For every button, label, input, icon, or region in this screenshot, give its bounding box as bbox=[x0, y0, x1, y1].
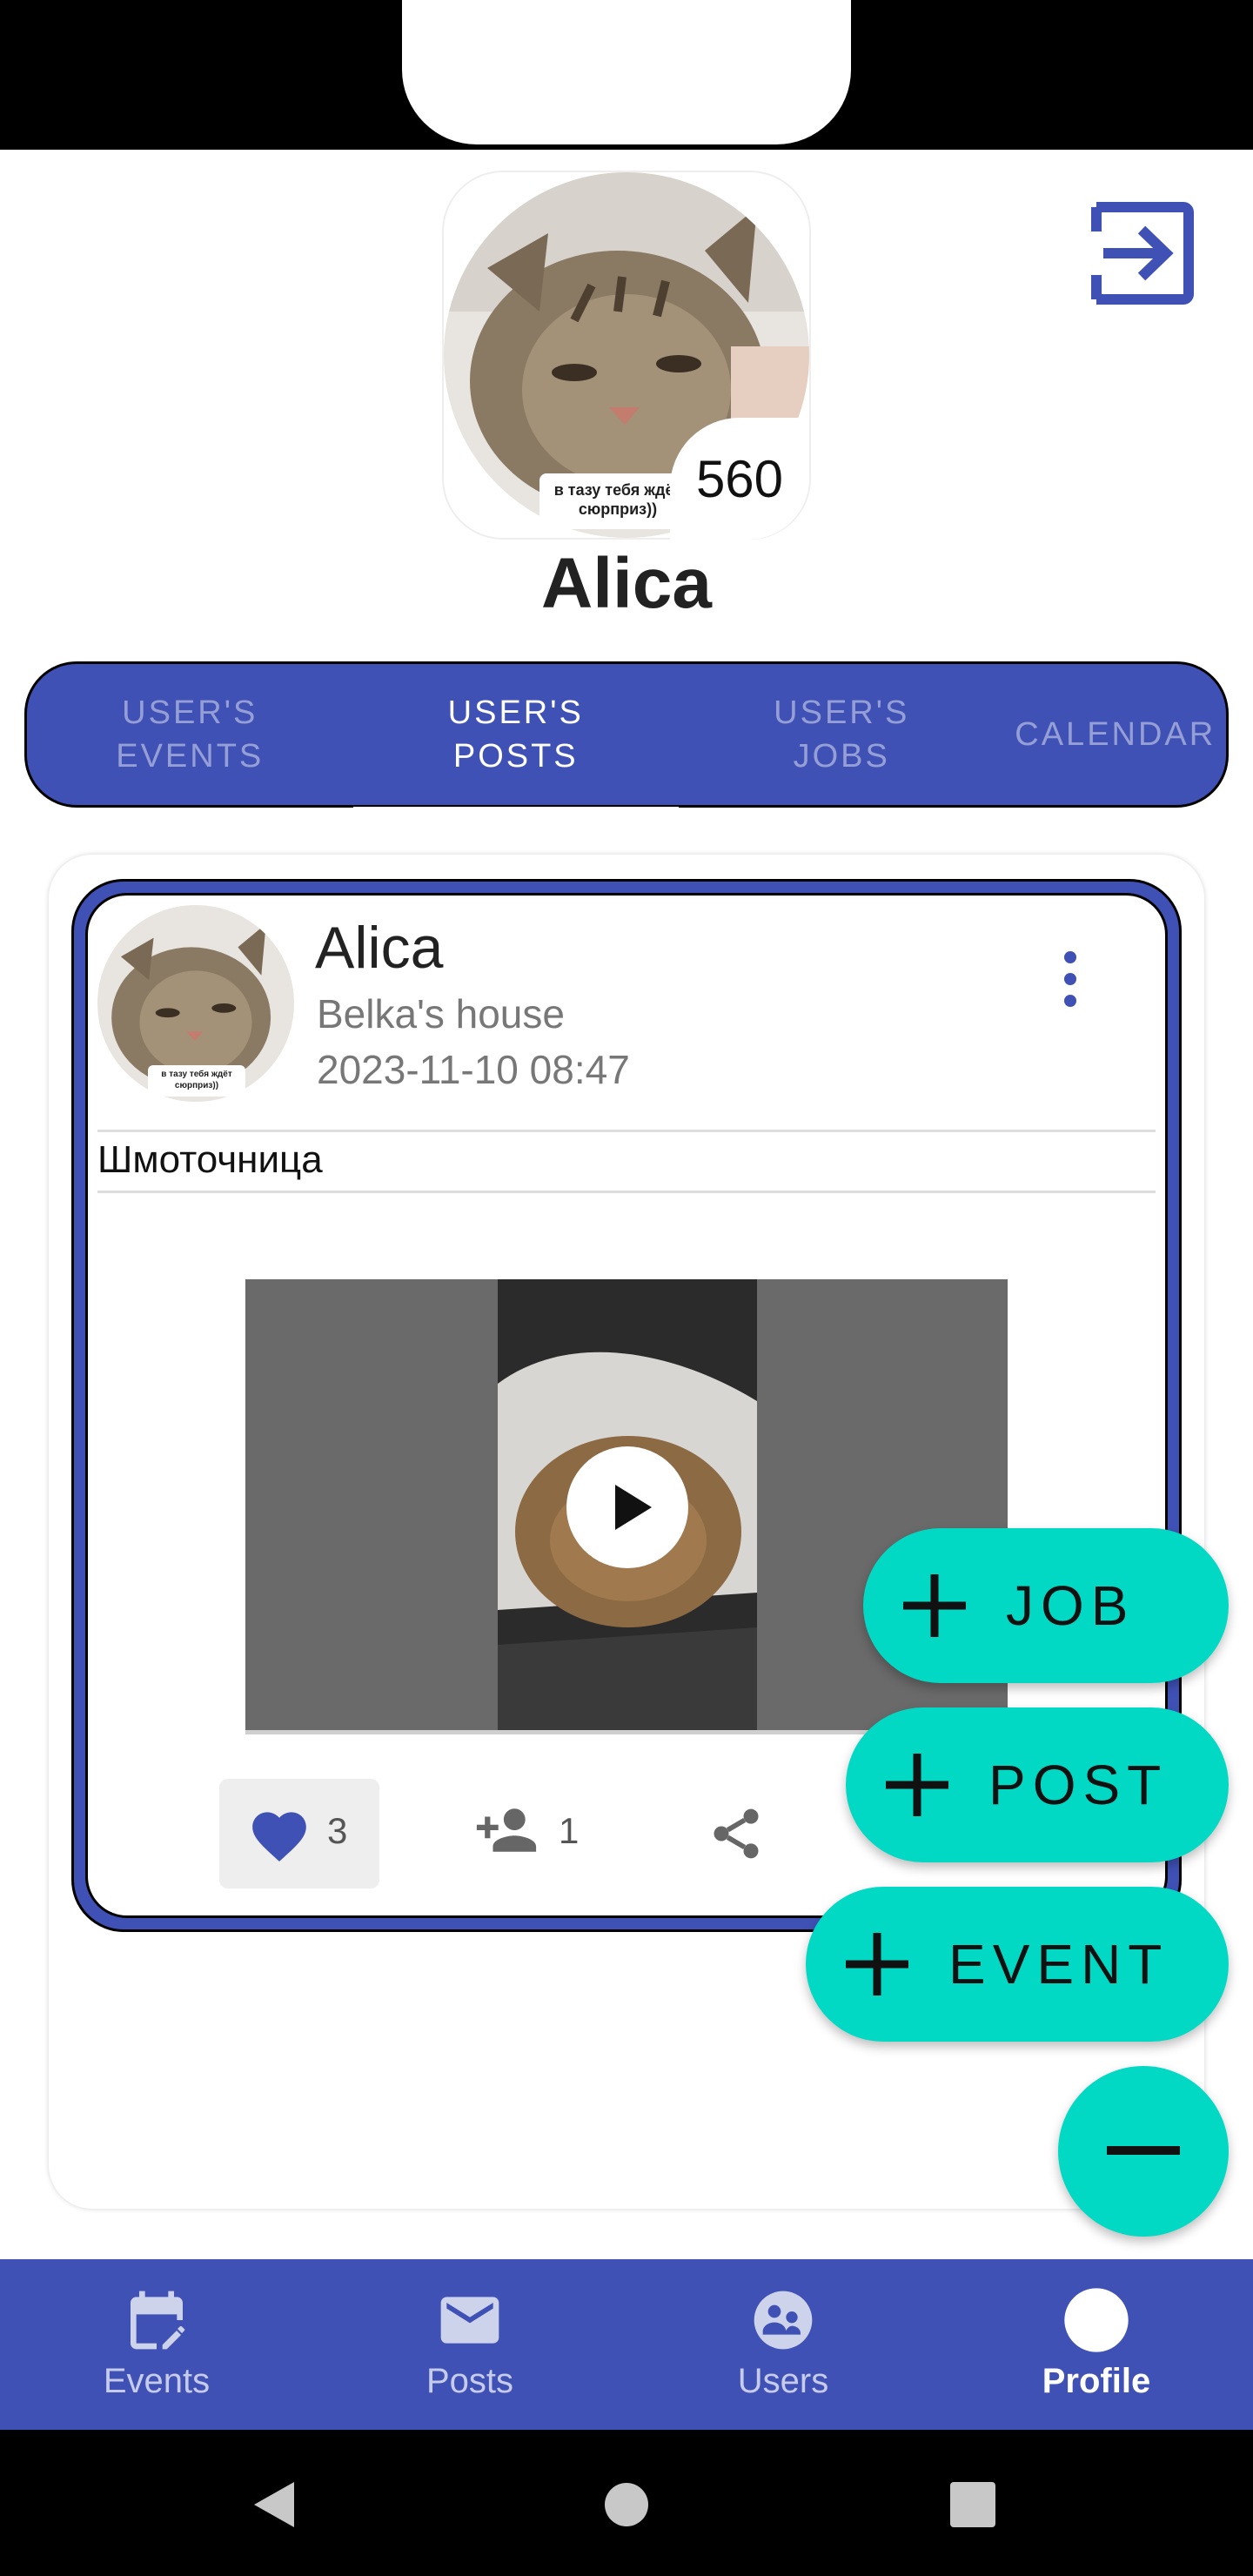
bottom-navigation: Events Posts Users Profile bbox=[0, 2259, 1253, 2430]
nav-events-label: Events bbox=[103, 2362, 211, 2400]
profile-avatar-icon bbox=[1064, 2288, 1129, 2352]
add-job-label: JOB bbox=[1006, 1574, 1136, 1637]
add-event-button[interactable]: EVENT bbox=[806, 1887, 1229, 2042]
add-job-button[interactable]: JOB bbox=[863, 1528, 1229, 1683]
tab-calendar[interactable]: CALENDAR bbox=[1005, 664, 1227, 805]
nav-users-label: Users bbox=[737, 2362, 829, 2400]
post-text: Шмоточница bbox=[97, 1138, 323, 1181]
nav-events[interactable]: Events bbox=[0, 2259, 313, 2430]
post-divider-top bbox=[97, 1130, 1156, 1132]
profile-tabs: USER'S EVENTS USER'S POSTS USER'S JOBS C… bbox=[24, 661, 1229, 810]
logout-icon[interactable] bbox=[1086, 197, 1199, 310]
mail-icon bbox=[440, 2297, 499, 2344]
post-date: 2023-11-10 08:47 bbox=[317, 1047, 630, 1092]
tab-users-jobs[interactable]: USER'S JOBS bbox=[679, 664, 1005, 805]
notch bbox=[402, 0, 851, 144]
like-button[interactable]: 3 bbox=[219, 1779, 379, 1888]
like-count: 3 bbox=[327, 1810, 348, 1851]
post-avatar-caption: в тазу тебя ждёт сюрприз)) bbox=[148, 1065, 245, 1097]
nav-profile[interactable]: Profile bbox=[940, 2259, 1253, 2430]
nav-posts-label: Posts bbox=[425, 2362, 514, 2400]
system-navigation-bar bbox=[0, 2430, 1253, 2576]
users-icon bbox=[754, 2291, 813, 2350]
profile-name: Alica bbox=[541, 544, 712, 623]
post-divider-bottom bbox=[97, 1191, 1156, 1193]
nav-profile-label: Profile bbox=[1042, 2362, 1151, 2400]
calendar-edit-icon bbox=[131, 2291, 185, 2350]
home-icon[interactable] bbox=[604, 2482, 649, 2527]
plus-icon bbox=[886, 1754, 948, 1816]
add-post-button[interactable]: POST bbox=[846, 1707, 1229, 1862]
plus-icon bbox=[846, 1933, 908, 1996]
play-icon[interactable] bbox=[566, 1446, 688, 1568]
tab-users-events[interactable]: USER'S EVENTS bbox=[27, 664, 353, 805]
recents-icon[interactable] bbox=[950, 2482, 995, 2527]
status-bar bbox=[0, 0, 1253, 150]
minus-icon bbox=[1107, 2146, 1180, 2155]
back-icon[interactable] bbox=[252, 2480, 296, 2529]
add-post-label: POST bbox=[988, 1754, 1169, 1816]
post-author[interactable]: Alica bbox=[315, 914, 443, 982]
nav-posts[interactable]: Posts bbox=[313, 2259, 626, 2430]
score-badge: 560 bbox=[670, 418, 809, 540]
post-location: Belka's house bbox=[317, 991, 565, 1036]
nav-users[interactable]: Users bbox=[626, 2259, 940, 2430]
add-event-label: EVENT bbox=[948, 1933, 1169, 1996]
more-vert-icon[interactable] bbox=[1055, 949, 1086, 1010]
collapse-fab-button[interactable] bbox=[1058, 2066, 1229, 2237]
share-icon[interactable] bbox=[707, 1801, 766, 1866]
person-add-icon[interactable] bbox=[470, 1803, 543, 1857]
participants-count: 1 bbox=[559, 1810, 580, 1851]
plus-icon bbox=[903, 1574, 966, 1637]
tab-users-posts[interactable]: USER'S POSTS bbox=[352, 664, 680, 810]
heart-icon bbox=[252, 1812, 306, 1862]
